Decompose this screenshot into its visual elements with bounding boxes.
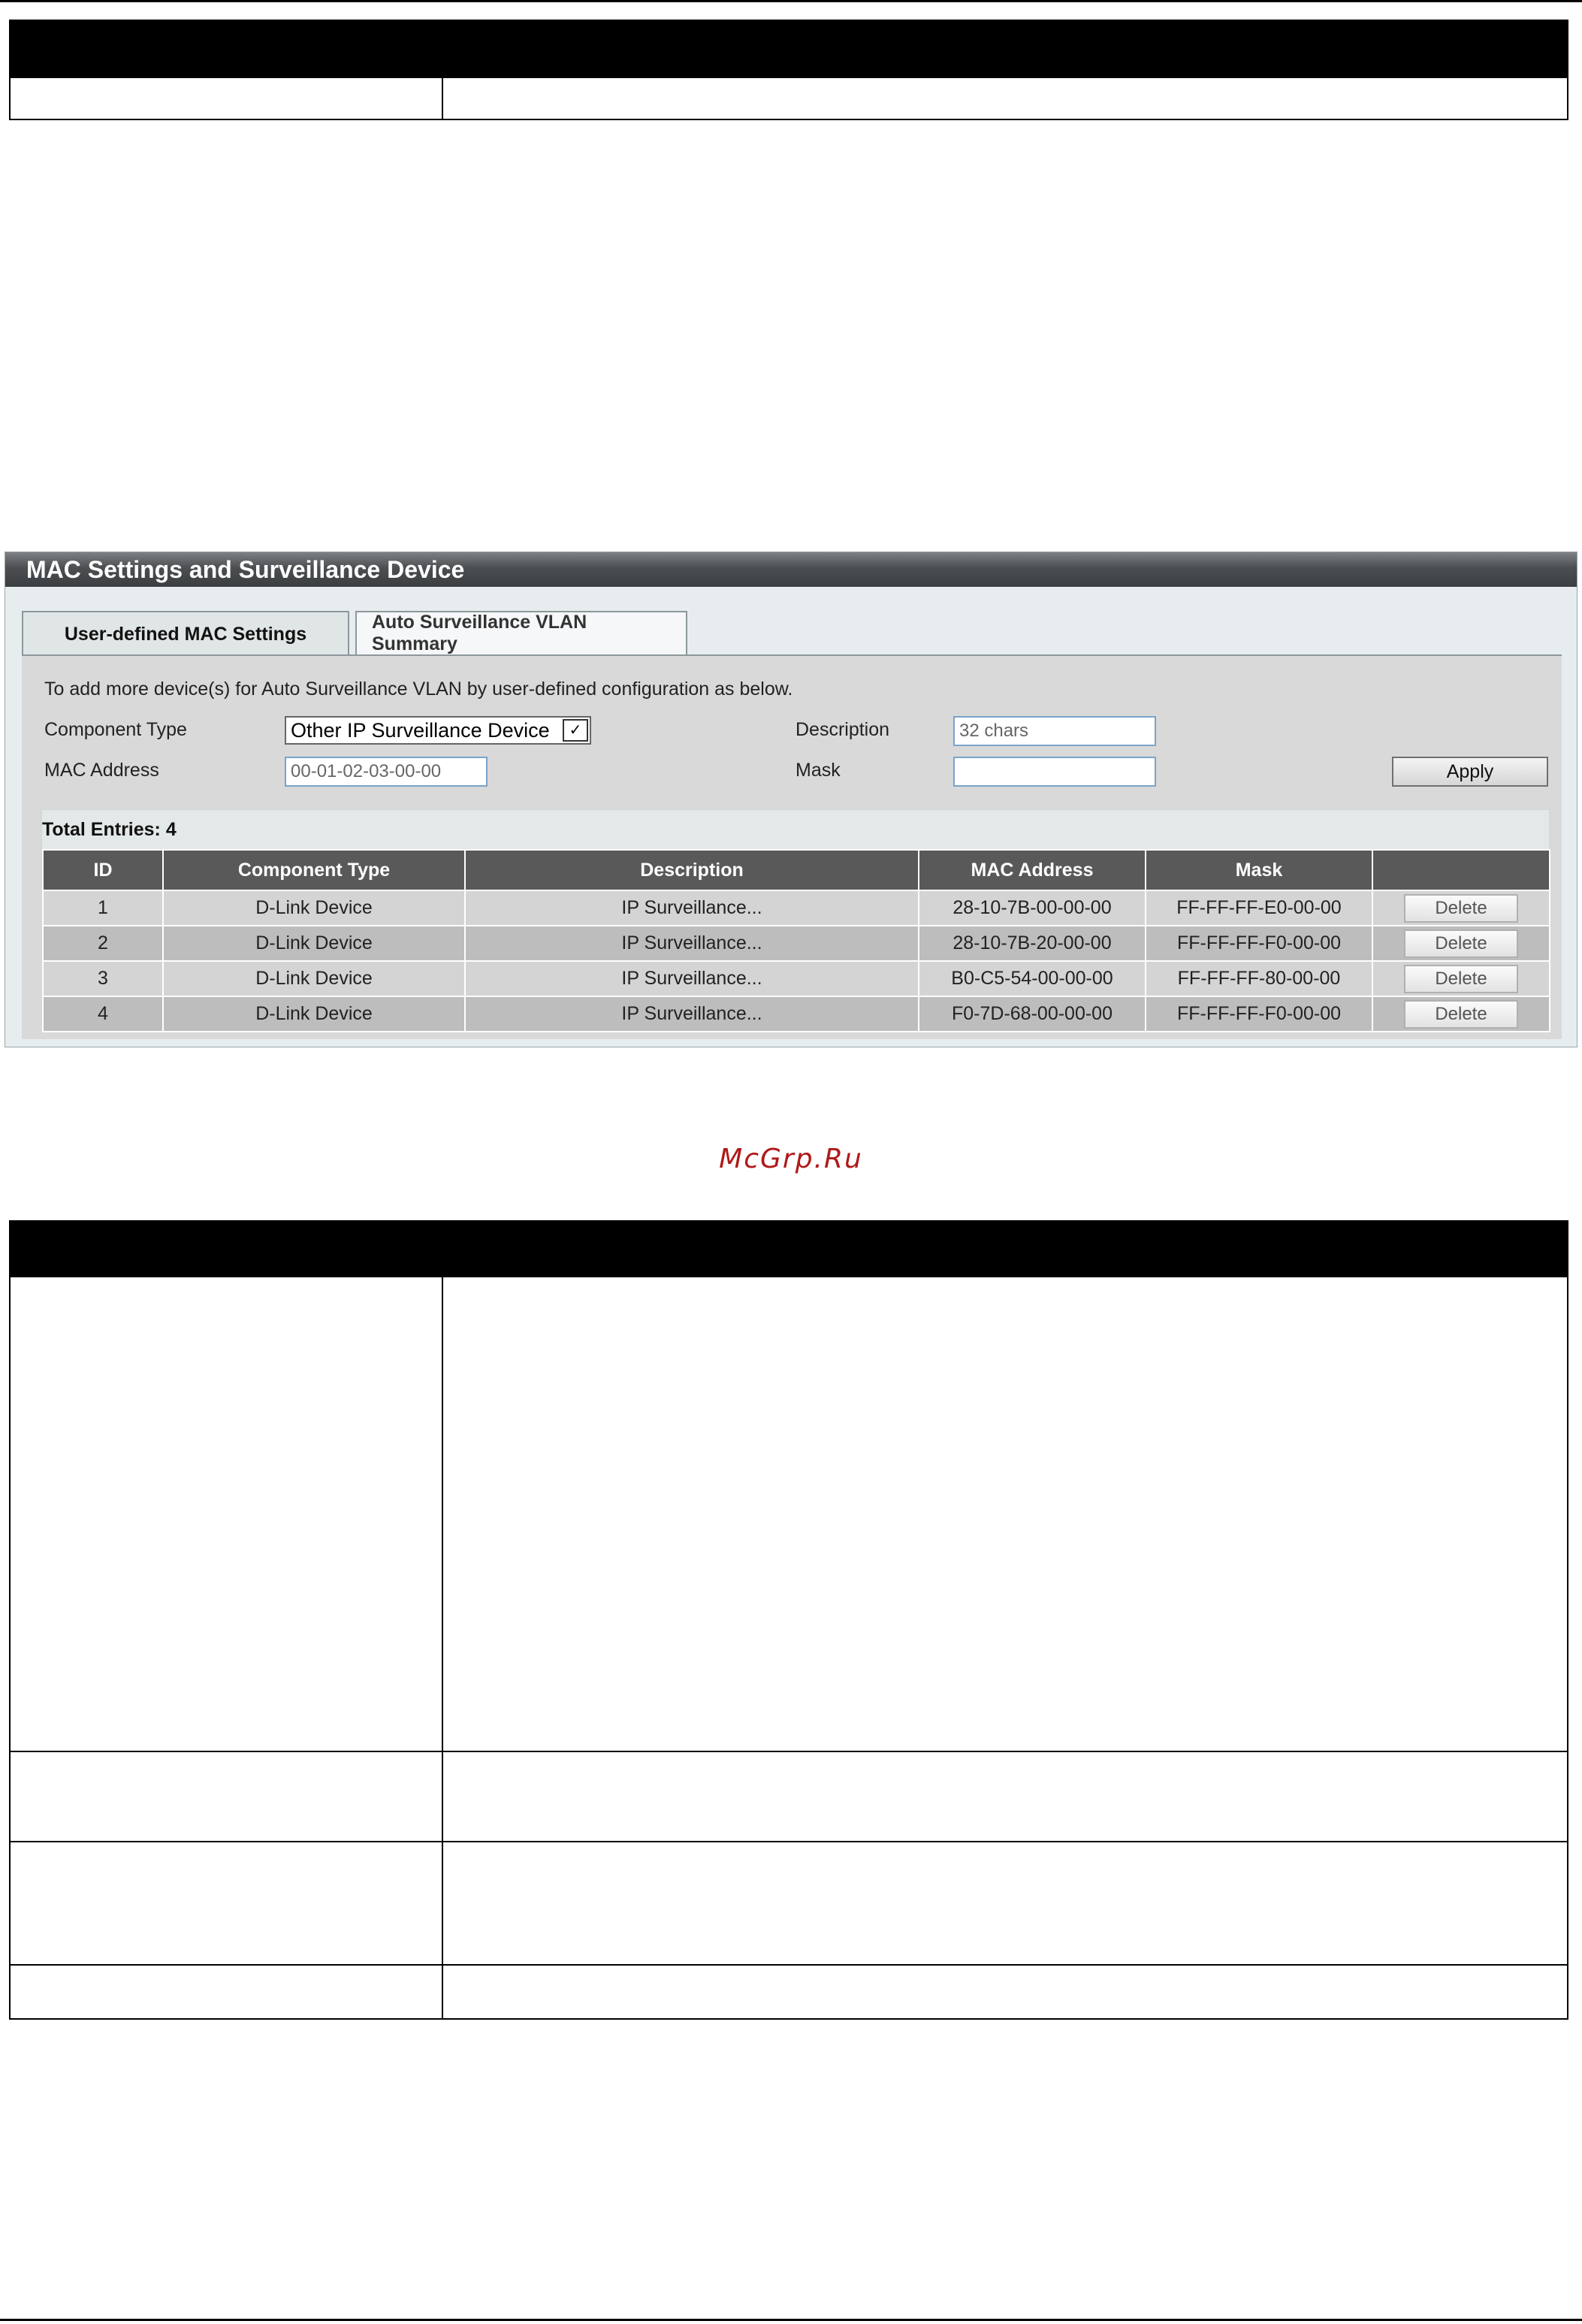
cell-description: IP Surveillance... (464, 996, 919, 1032)
table-row: 1 D-Link Device IP Surveillance... 28-10… (42, 890, 1550, 926)
cell-mac-address: F0-7D-68-00-00-00 (918, 996, 1146, 1032)
col-header-description: Description (464, 849, 919, 891)
bottom-doc-table-header (11, 1222, 1567, 1277)
cell-component-type: D-Link Device (162, 960, 466, 997)
cell-description: IP Surveillance... (464, 890, 919, 926)
cell-mac-address: 28-10-7B-00-00-00 (918, 890, 1146, 926)
bottom-doc-table-row (11, 1964, 1567, 2018)
col-header-component-type: Component Type (162, 849, 466, 891)
delete-button[interactable]: Delete (1404, 999, 1518, 1029)
surveillance-device-table: ID Component Type Description MAC Addres… (42, 849, 1550, 1032)
entries-section: Total Entries: 4 ID Component Type Descr… (41, 809, 1550, 1032)
bottom-doc-table-cell-param (11, 1752, 443, 1841)
top-doc-table-cell-param (11, 78, 443, 119)
cell-action: Delete (1372, 890, 1550, 926)
cell-description: IP Surveillance... (464, 925, 919, 962)
table-row: 4 D-Link Device IP Surveillance... F0-7D… (42, 996, 1550, 1032)
col-header-id: ID (42, 849, 164, 891)
cell-mac-address: 28-10-7B-20-00-00 (918, 925, 1146, 962)
bottom-doc-table-cell-desc (443, 1752, 1567, 1841)
top-doc-table-row (11, 77, 1567, 119)
bottom-doc-table-row (11, 1841, 1567, 1964)
table-header-row: ID Component Type Description MAC Addres… (42, 849, 1550, 891)
cell-mask: FF-FF-FF-F0-00-00 (1145, 996, 1373, 1032)
cell-mask: FF-FF-FF-80-00-00 (1145, 960, 1373, 997)
tab-bar: User-defined MAC Settings Auto Surveilla… (22, 611, 693, 656)
mac-address-label: MAC Address (44, 760, 159, 781)
bottom-doc-table-cell-desc (443, 1966, 1567, 2018)
top-rule (0, 0, 1582, 2)
panel-title: MAC Settings and Surveillance Device (5, 552, 1577, 587)
bottom-doc-table-row (11, 1277, 1567, 1751)
cell-action: Delete (1372, 996, 1550, 1032)
tab-content: To add more device(s) for Auto Surveilla… (22, 656, 1562, 1039)
intro-text: To add more device(s) for Auto Surveilla… (44, 678, 793, 700)
cell-mask: FF-FF-FF-E0-00-00 (1145, 890, 1373, 926)
table-row: 2 D-Link Device IP Surveillance... 28-10… (42, 925, 1550, 962)
delete-button[interactable]: Delete (1404, 964, 1518, 993)
bottom-doc-table-row (11, 1751, 1567, 1841)
delete-button[interactable]: Delete (1404, 893, 1518, 923)
cell-mac-address: B0-C5-54-00-00-00 (918, 960, 1146, 997)
col-header-mask: Mask (1145, 849, 1373, 891)
tab-user-defined-mac-settings[interactable]: User-defined MAC Settings (22, 611, 349, 656)
cell-description: IP Surveillance... (464, 960, 919, 997)
cell-component-type: D-Link Device (162, 996, 466, 1032)
bottom-doc-table-cell-param (11, 1277, 443, 1751)
cell-id: 1 (42, 890, 164, 926)
description-input[interactable]: 32 chars (953, 716, 1156, 746)
bottom-doc-table-cell-param (11, 1966, 443, 2018)
component-type-label: Component Type (44, 719, 187, 740)
mac-address-input[interactable]: 00-01-02-03-00-00 (285, 757, 488, 787)
bottom-doc-table-cell-param (11, 1842, 443, 1964)
component-type-select[interactable]: Other IP Surveillance Device ✓ (285, 716, 591, 745)
mask-input[interactable] (953, 757, 1156, 787)
mac-settings-panel: MAC Settings and Surveillance Device Use… (5, 552, 1577, 1047)
bottom-doc-table-cell-desc (443, 1842, 1567, 1964)
cell-action: Delete (1372, 960, 1550, 997)
total-entries: Total Entries: 4 (42, 819, 177, 840)
top-doc-table (9, 20, 1568, 120)
component-type-value: Other IP Surveillance Device (291, 719, 550, 742)
cell-component-type: D-Link Device (162, 890, 466, 926)
bottom-rule (0, 2319, 1582, 2321)
top-doc-table-cell-desc (443, 78, 1567, 119)
description-label: Description (796, 719, 890, 740)
cell-id: 4 (42, 996, 164, 1032)
col-header-action (1372, 849, 1550, 891)
delete-button[interactable]: Delete (1404, 929, 1518, 958)
cell-component-type: D-Link Device (162, 925, 466, 962)
cell-action: Delete (1372, 925, 1550, 962)
tab-auto-surveillance-vlan-summary[interactable]: Auto Surveillance VLAN Summary (355, 611, 687, 654)
watermark-text: McGrp.Ru (719, 1144, 863, 1174)
mask-label: Mask (796, 760, 841, 781)
table-row: 3 D-Link Device IP Surveillance... B0-C5… (42, 960, 1550, 997)
col-header-mac-address: MAC Address (918, 849, 1146, 891)
top-doc-table-header (11, 21, 1567, 77)
apply-button[interactable]: Apply (1392, 757, 1548, 787)
cell-id: 2 (42, 925, 164, 962)
bottom-doc-table-cell-desc (443, 1277, 1567, 1751)
cell-mask: FF-FF-FF-F0-00-00 (1145, 925, 1373, 962)
chevron-down-icon: ✓ (563, 719, 588, 742)
cell-id: 3 (42, 960, 164, 997)
bottom-doc-table (9, 1220, 1568, 2020)
